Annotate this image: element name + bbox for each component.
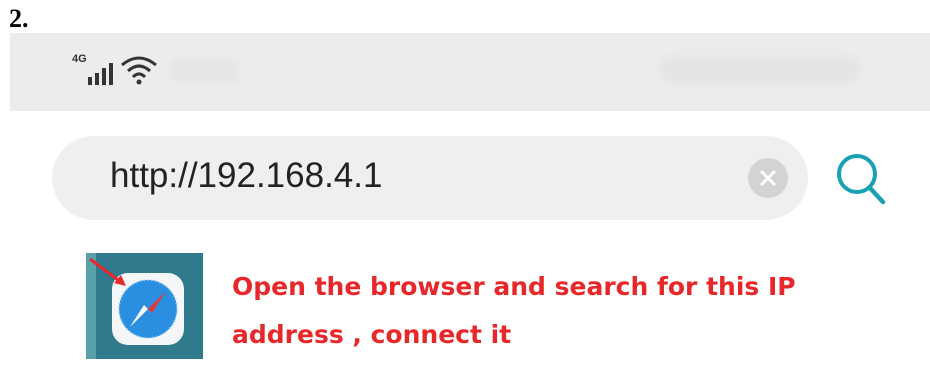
clear-circle-icon [760, 170, 776, 186]
network-type-label: 4G [72, 53, 87, 65]
blurred-carrier [170, 59, 240, 83]
instruction-line-1: Open the browser and search for this IP [232, 272, 796, 301]
safari-compass-icon [86, 253, 203, 359]
instruction-text: Open the browser and search for this IP … [232, 263, 832, 359]
instruction-line-2: address , connect it [232, 320, 512, 349]
step-number: 2. [9, 4, 29, 33]
search-icon[interactable] [835, 152, 887, 206]
status-bar: 4G [10, 33, 930, 111]
clear-button[interactable] [748, 158, 788, 198]
browser-app-icon[interactable] [86, 253, 203, 359]
url-input[interactable]: http://192.168.4.1 [110, 156, 382, 196]
signal-bars-icon [88, 63, 113, 85]
blurred-status-info [660, 57, 860, 83]
wifi-icon [121, 56, 157, 85]
address-bar[interactable]: http://192.168.4.1 [52, 136, 808, 220]
